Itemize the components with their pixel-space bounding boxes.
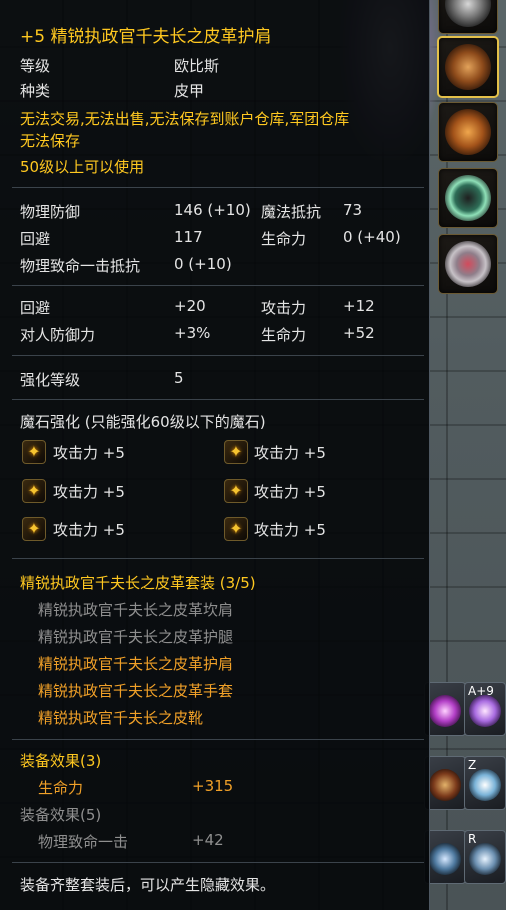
inventory-slot-ring[interactable] [438,168,498,228]
type-value: 皮甲 [174,82,205,100]
skill-slot-3[interactable] [424,756,466,810]
set-effect-5-stat: 物理致命一击 [38,833,129,851]
manastone-stat: 攻击力 +5 [254,483,326,501]
set-effect-3-value: +315 [192,777,234,795]
divider [12,739,424,740]
manastone-stat: 攻击力 +5 [53,521,125,539]
bonus-value: +12 [343,297,375,315]
manastone-header: 魔石强化 (只能强化60级以下的魔石) [20,413,266,431]
divider [12,862,424,863]
stat-label: 回避 [20,230,51,248]
item-title: +5 精锐执政官千夫长之皮革护肩 [20,27,272,47]
hotkey-label: R [468,832,477,846]
inventory-slot-chain[interactable] [438,0,498,34]
eye-skill-icon [469,695,501,727]
manastone-icon: ✦ [224,440,248,464]
bonus-label: 回避 [20,299,51,317]
manastone-icon: ✦ [224,517,248,541]
divider [12,558,424,559]
bonus-value: +20 [174,297,206,315]
set-piece-equipped: 精锐执政官千夫长之皮革护肩 [38,655,234,673]
manastone-stat: 攻击力 +5 [254,521,326,539]
skill-slot-1[interactable] [424,682,466,736]
skill-slot-6[interactable]: R [464,830,506,884]
set-effect-3-stat: 生命力 [38,779,84,797]
level-requirement: 50级以上可以使用 [20,158,145,176]
inventory-slot-armor[interactable] [438,102,498,162]
blade-skill-icon [429,843,461,875]
skill-slot-4[interactable]: Z [464,756,506,810]
stat-value: 73 [343,201,363,219]
manastone-icon: ✦ [22,517,46,541]
item-tooltip: +5 精锐执政官千夫长之皮革护肩 等级 欧比斯 种类 皮甲 无法交易,无法出售,… [0,0,430,910]
stat-value: 0 (+40) [343,228,401,246]
manastone-stat: 攻击力 +5 [53,483,125,501]
bonus-label: 生命力 [261,326,307,344]
manastone-icon: ✦ [22,479,46,503]
divider [12,355,424,356]
divider [12,399,424,400]
manastone-stat: 攻击力 +5 [53,444,125,462]
bonus-value: +3% [174,324,211,342]
enchant-value: 5 [174,369,184,387]
bonus-label: 攻击力 [261,299,307,317]
set-effect-5-value: +42 [192,831,224,849]
enchant-label: 强化等级 [20,371,81,389]
skill-slot-2[interactable]: A+9 [464,682,506,736]
grade-label: 等级 [20,57,51,75]
set-piece-equipped: 精锐执政官千夫长之皮革手套 [38,682,234,700]
grade-value: 欧比斯 [174,57,220,75]
manastone-stat: 攻击力 +5 [254,444,326,462]
set-piece-equipped: 精锐执政官千夫长之皮靴 [38,709,204,727]
type-label: 种类 [20,82,51,100]
set-footer-note: 装备齐整套装后，可以产生隐藏效果。 [20,876,276,894]
manastone-icon: ✦ [22,440,46,464]
necklace-icon [445,241,491,287]
armor-piece-icon [445,109,491,155]
set-piece-unequipped: 精锐执政官千夫长之皮革坎肩 [38,601,234,619]
chain-icon [445,0,491,27]
stat-label: 魔法抵抗 [261,203,322,221]
set-effect-5-header: 装备效果(5) [20,806,102,824]
slash-skill-icon [469,843,501,875]
skill-slot-5[interactable] [424,830,466,884]
eye-skill-icon [429,695,461,727]
stat-value: 0 (+10) [174,255,232,273]
inventory-slot-necklace[interactable] [438,234,498,294]
shoulder-armor-icon [445,44,491,90]
stat-label: 物理防御 [20,203,81,221]
stat-label: 物理致命一击抵抗 [20,257,141,275]
totem-skill-icon [429,769,461,801]
set-title: 精锐执政官千夫长之皮革套装 (3/5) [20,574,256,592]
inventory-slot-shoulder-selected[interactable] [437,36,499,98]
restriction-text: 无法交易,无法出售,无法保存到账户仓库,军团仓库 [20,110,350,128]
lightning-skill-icon [469,769,501,801]
set-piece-unequipped: 精锐执政官千夫长之皮革护腿 [38,628,234,646]
stat-value: 117 [174,228,203,246]
stat-value: 146 (+10) [174,201,251,219]
divider [12,285,424,286]
bonus-label: 对人防御力 [20,326,96,344]
manastone-icon: ✦ [224,479,248,503]
ring-icon [445,175,491,221]
set-effect-3-header: 装备效果(3) [20,752,102,770]
restriction-text-cont: 无法保存 [20,132,81,150]
hotkey-label: Z [468,758,477,772]
bonus-value: +52 [343,324,375,342]
divider [12,187,424,188]
stat-label: 生命力 [261,230,307,248]
